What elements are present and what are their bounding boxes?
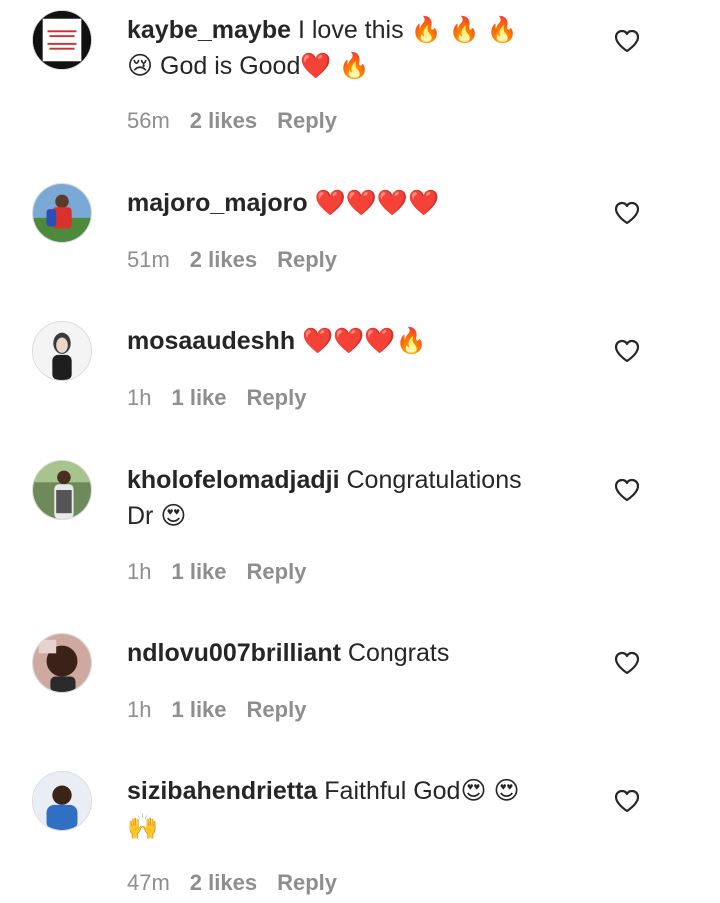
comment-meta: 1h 1 like Reply xyxy=(127,559,326,585)
comment-meta: 51m 2 likes Reply xyxy=(127,247,357,273)
comment-body: mosaaudeshh ❤️❤️❤️🔥 xyxy=(127,323,587,359)
comment-time: 51m xyxy=(127,247,170,272)
heart-outline-icon[interactable] xyxy=(614,651,640,675)
comment-meta: 56m 2 likes Reply xyxy=(127,108,357,134)
comment-username[interactable]: kaybe_maybe xyxy=(127,16,291,44)
avatar[interactable] xyxy=(32,771,92,831)
reply-button[interactable]: Reply xyxy=(277,108,337,133)
comment-text: Congrats xyxy=(347,639,450,667)
comment-time: 1h xyxy=(127,385,152,410)
comment-body: ndlovu007brilliant Congrats xyxy=(127,635,587,671)
comment-time: 1h xyxy=(127,559,152,584)
avatar[interactable] xyxy=(32,321,92,381)
reply-button[interactable]: Reply xyxy=(247,385,307,410)
comment-time: 47m xyxy=(127,870,170,895)
reply-button[interactable]: Reply xyxy=(247,697,307,722)
avatar[interactable] xyxy=(32,10,92,70)
comment-body: sizibahendrietta Faithful God😍 😍 🙌 xyxy=(127,773,587,845)
reply-button[interactable]: Reply xyxy=(277,247,337,272)
heart-outline-icon[interactable] xyxy=(614,29,640,53)
comment-likes[interactable]: 2 likes xyxy=(190,247,257,272)
comment-likes[interactable]: 1 like xyxy=(171,697,226,722)
comment-text-line2: 😢 God is Good❤️ 🔥 xyxy=(127,52,370,80)
comment-text-line2: 🙌 xyxy=(127,813,159,841)
avatar[interactable] xyxy=(32,633,92,693)
heart-outline-icon[interactable] xyxy=(614,789,640,813)
comment-likes[interactable]: 1 like xyxy=(171,559,226,584)
heart-outline-icon[interactable] xyxy=(614,201,640,225)
comment-likes[interactable]: 2 likes xyxy=(190,870,257,895)
comment-text: I love this 🔥 🔥 🔥 xyxy=(297,16,518,44)
comment-username[interactable]: mosaaudeshh xyxy=(127,327,295,355)
comment-body: kholofelomadjadji Congratulations Dr 😍 xyxy=(127,462,587,534)
comment-meta: 1h 1 like Reply xyxy=(127,697,326,723)
comment-meta: 47m 2 likes Reply xyxy=(127,870,357,896)
comment-time: 56m xyxy=(127,108,170,133)
comment-likes[interactable]: 1 like xyxy=(171,385,226,410)
comment-text: ❤️❤️❤️🔥 xyxy=(302,327,427,355)
comment-body: majoro_majoro ❤️❤️❤️❤️ xyxy=(127,185,587,221)
comment-text-line2: Dr 😍 xyxy=(127,502,187,530)
avatar[interactable] xyxy=(32,183,92,243)
comment-username[interactable]: sizibahendrietta xyxy=(127,777,317,805)
heart-outline-icon[interactable] xyxy=(614,478,640,502)
comment-body: kaybe_maybe I love this 🔥 🔥 🔥 😢 God is G… xyxy=(127,12,587,84)
comment-username[interactable]: ndlovu007brilliant xyxy=(127,639,341,667)
comment-text: ❤️❤️❤️❤️ xyxy=(314,189,440,217)
comment-username[interactable]: kholofelomadjadji xyxy=(127,466,340,494)
comment-text: Congratulations xyxy=(346,466,522,494)
heart-outline-icon[interactable] xyxy=(614,339,640,363)
comment-meta: 1h 1 like Reply xyxy=(127,385,326,411)
comment-text: Faithful God😍 😍 xyxy=(324,777,520,805)
avatar[interactable] xyxy=(32,460,92,520)
reply-button[interactable]: Reply xyxy=(277,870,337,895)
comment-username[interactable]: majoro_majoro xyxy=(127,189,308,217)
comment-likes[interactable]: 2 likes xyxy=(190,108,257,133)
comment-time: 1h xyxy=(127,697,152,722)
reply-button[interactable]: Reply xyxy=(247,559,307,584)
